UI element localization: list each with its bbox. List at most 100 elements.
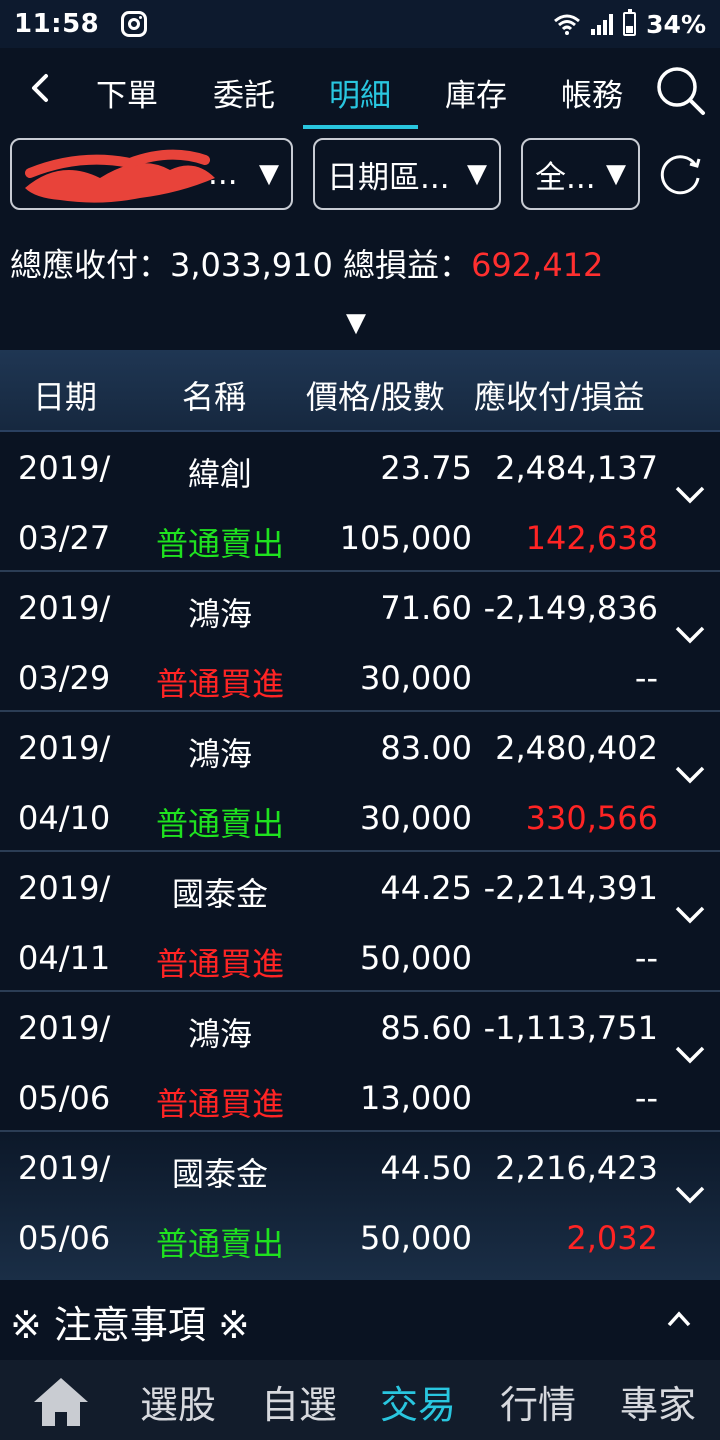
row-date: 03/29 (18, 659, 111, 697)
chevron-down-icon[interactable] (674, 624, 706, 646)
home-icon[interactable] (30, 1374, 92, 1430)
row-pnl: 2,032 (566, 1219, 658, 1257)
row-date: 04/11 (18, 939, 111, 977)
status-time: 11:58 (14, 9, 100, 39)
transaction-list: 2019/ 03/27 緯創 普通賣出 23.75 105,000 2,484,… (0, 432, 720, 1280)
row-trade-type: 普通賣出 (155, 805, 284, 843)
instagram-icon (121, 11, 148, 37)
expand-summary-icon[interactable]: ▼ (346, 308, 366, 338)
row-trade-type: 普通賣出 (155, 1225, 284, 1263)
table-header: 日期 名稱 價格/股數 應收付/損益 (0, 350, 720, 432)
account-dropdown[interactable]: ... ▼ (10, 138, 293, 210)
filter-row: ... ▼ 日期區... ▼ 全... ▼ (0, 130, 720, 220)
tab-account[interactable]: 帳務 (537, 70, 647, 115)
table-row[interactable]: 2019/ 04/11 國泰金 普通買進 44.25 50,000 -2,214… (0, 852, 720, 992)
active-tab-indicator (303, 125, 418, 129)
header-date: 日期 (33, 378, 98, 416)
table-row[interactable]: 2019/ 05/06 鴻海 普通買進 85.60 13,000 -1,113,… (0, 992, 720, 1132)
bottom-nav: 選股 自選 交易 行情 專家 (0, 1360, 720, 1440)
row-date: 03/27 (18, 519, 111, 557)
status-indicators: 34% (553, 9, 706, 39)
row-amount: 2,216,423 (495, 1149, 658, 1187)
row-trade-type: 普通買進 (155, 945, 284, 983)
bottom-nav-stock-picker[interactable]: 選股 (140, 1374, 216, 1429)
chevron-down-icon[interactable] (674, 484, 706, 506)
row-trade-type: 普通買進 (155, 665, 284, 703)
tab-commission[interactable]: 委託 (189, 70, 299, 115)
signal-icon (591, 13, 614, 35)
row-amount: -1,113,751 (483, 1009, 658, 1047)
redaction-mark (25, 149, 215, 203)
row-shares: 13,000 (360, 1079, 472, 1117)
date-range-dropdown[interactable]: 日期區... ▼ (313, 138, 501, 210)
battery-icon (623, 9, 637, 36)
table-row[interactable]: 2019/ 03/29 鴻海 普通買進 71.60 30,000 -2,149,… (0, 572, 720, 712)
row-year: 2019/ (18, 729, 111, 767)
search-icon[interactable] (655, 65, 707, 117)
row-trade-type: 普通賣出 (155, 525, 284, 563)
header-name: 名稱 (182, 378, 247, 416)
row-pnl: -- (634, 939, 658, 977)
chevron-up-icon[interactable] (666, 1310, 692, 1328)
row-year: 2019/ (18, 449, 111, 487)
battery-percent: 34% (646, 9, 706, 39)
status-bar: 11:58 34% (0, 0, 720, 48)
row-price: 83.00 (380, 729, 472, 767)
row-year: 2019/ (18, 1149, 111, 1187)
bottom-nav-watchlist[interactable]: 自選 (261, 1374, 337, 1429)
row-date: 05/06 (18, 1219, 111, 1257)
row-stock-name: 鴻海 (187, 735, 252, 773)
header-price-shares: 價格/股數 (306, 378, 445, 416)
total-receivable-label: 總應收付： (10, 246, 171, 284)
table-row[interactable]: 2019/ 03/27 緯創 普通賣出 23.75 105,000 2,484,… (0, 432, 720, 572)
row-price: 23.75 (380, 449, 472, 487)
chevron-down-icon[interactable] (674, 764, 706, 786)
chevron-down-icon[interactable] (674, 1044, 706, 1066)
row-pnl: -- (634, 659, 658, 697)
row-pnl: -- (634, 1079, 658, 1117)
row-trade-type: 普通買進 (155, 1085, 284, 1123)
row-year: 2019/ (18, 589, 111, 627)
wifi-icon (554, 14, 581, 35)
row-price: 44.25 (380, 869, 472, 907)
dropdown-arrow-icon: ▼ (259, 159, 279, 189)
table-row[interactable]: 2019/ 05/06 國泰金 普通賣出 44.50 50,000 2,216,… (0, 1132, 720, 1280)
row-date: 05/06 (18, 1079, 111, 1117)
row-amount: -2,214,391 (483, 869, 658, 907)
row-shares: 105,000 (339, 519, 472, 557)
row-shares: 30,000 (360, 659, 472, 697)
row-amount: 2,484,137 (495, 449, 658, 487)
back-arrow-icon[interactable] (26, 68, 56, 108)
date-range-value: 日期區... (327, 159, 450, 196)
bottom-nav-quotes[interactable]: 行情 (500, 1374, 576, 1429)
bottom-nav-trade[interactable]: 交易 (380, 1374, 456, 1429)
type-value: 全... (535, 159, 596, 196)
type-dropdown[interactable]: 全... ▼ (521, 138, 640, 210)
summary-line: 總應收付：3,033,910 總損益：692,412 (10, 240, 603, 286)
row-amount: 2,480,402 (495, 729, 658, 767)
row-pnl: 142,638 (525, 519, 658, 557)
dropdown-arrow-icon: ▼ (467, 159, 487, 189)
row-date: 04/10 (18, 799, 111, 837)
table-row[interactable]: 2019/ 04/10 鴻海 普通賣出 83.00 30,000 2,480,4… (0, 712, 720, 852)
top-nav: 下單 委託 明細 庫存 帳務 (0, 48, 720, 130)
row-shares: 50,000 (360, 1219, 472, 1257)
row-shares: 30,000 (360, 799, 472, 837)
row-stock-name: 國泰金 (171, 1155, 268, 1193)
total-pnl-label: 總損益： (343, 246, 472, 284)
row-year: 2019/ (18, 1009, 111, 1047)
total-pnl-value: 692,412 (471, 246, 604, 284)
tab-inventory[interactable]: 庫存 (421, 70, 531, 115)
refresh-icon[interactable] (656, 150, 704, 198)
row-price: 71.60 (380, 589, 472, 627)
bottom-nav-experts[interactable]: 專家 (620, 1374, 696, 1429)
total-receivable-value: 3,033,910 (170, 246, 333, 284)
tab-details[interactable]: 明細 (305, 70, 415, 115)
row-shares: 50,000 (360, 939, 472, 977)
notice-bar[interactable]: ※ 注意事項 ※ (0, 1280, 720, 1360)
row-stock-name: 鴻海 (187, 1015, 252, 1053)
chevron-down-icon[interactable] (674, 1184, 706, 1206)
tab-order[interactable]: 下單 (72, 70, 182, 115)
chevron-down-icon[interactable] (674, 904, 706, 926)
header-amount-pnl: 應收付/損益 (474, 378, 645, 416)
